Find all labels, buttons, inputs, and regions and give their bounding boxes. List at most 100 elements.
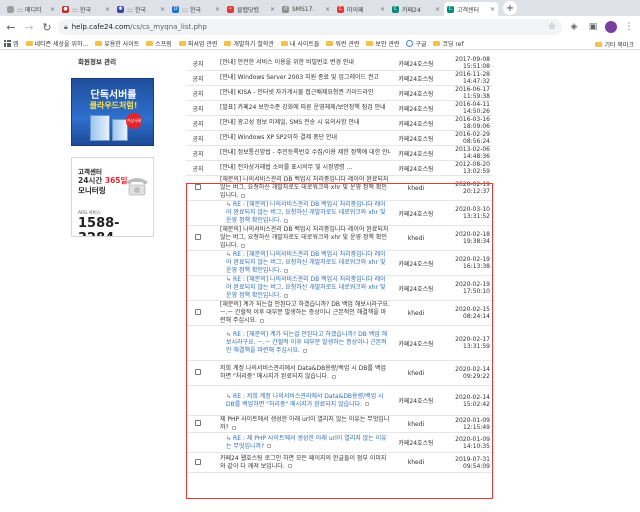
bookmark-other[interactable]: 기타 북마크 <box>595 38 634 49</box>
browser-tab[interactable]: ✱::: 한국 × <box>114 2 168 16</box>
notice-row[interactable]: 공지 [안내] 전자상거래법 소비를 표시의무 및 시정명령 ... 카페24호스팅… <box>186 160 492 176</box>
checkbox-icon[interactable] <box>195 458 201 465</box>
tab-close-icon[interactable]: × <box>380 6 385 13</box>
bookmark-item[interactable]: 구글 <box>406 39 426 48</box>
extension-icon[interactable]: ◈ <box>567 20 581 34</box>
tab-close-icon[interactable]: × <box>435 6 440 13</box>
support-center-banner[interactable]: 고객센터 24시간 365일 모니터링 ARS 서비스 1588-3284 <box>71 157 154 237</box>
bookmark-item[interactable]: 스프링 <box>146 39 172 48</box>
question-row[interactable]: [재문의] 계가 되는걸 안된다고 하겠습니까? DB 백업 해보시라구요. ㅡ… <box>186 300 492 326</box>
post-title-link[interactable]: 저희 계정 나의서비스관리에서 Data&DB용량/백업 시 DB를 백업하면 … <box>220 365 386 380</box>
notice-row[interactable]: 공지 [안내] KISA - 인터넷 자가게시물 접근배제요청권 가이드라인 카페2… <box>186 85 492 101</box>
post-title-link[interactable]: RE : [재문의] 나의서비스관리 DB 백업시 처리중입니다 레이어 완료되… <box>226 201 386 224</box>
bookmark-item[interactable]: 유용한 사이트 <box>95 39 139 48</box>
notice-title-link[interactable]: [안내] 전자상거래법 소비를 표시의무 및 시정명령 ... <box>210 160 390 176</box>
post-title-link[interactable]: [재문의] 계가 되는걸 안된다고 하겠습니까? DB 백업 해보시라구요. ㅡ… <box>220 301 390 324</box>
reply-row[interactable]: ↳ RE : 제 PHP 사이트에서 생성한 아래 url이 열리지 않는 이유는… <box>186 432 492 453</box>
notice-row[interactable]: 공지 [안내] 정보통신망법 - 주민등록번호 수집/이용 제한 정책에 대한 안… <box>186 145 492 161</box>
menu-kebab-icon[interactable]: ⋮ <box>622 20 636 34</box>
browser-tab[interactable]: • 클랩닷컴 × <box>224 2 278 16</box>
tab-close-icon[interactable]: × <box>490 6 495 13</box>
forward-icon[interactable]: → <box>22 20 36 34</box>
checkbox-icon[interactable] <box>195 184 201 190</box>
post-title-link[interactable]: RE : 저희 계정 나의서비스관리에서 Data&DB용량/백업 시 DB를 … <box>226 393 384 408</box>
reload-icon[interactable]: ↻ <box>40 20 54 34</box>
reply-row[interactable]: ↳ RE : [재문의] 나의서비스관리 DB 백업시 처리중입니다 레이어 완료… <box>186 250 492 276</box>
tab-close-icon[interactable]: × <box>50 6 55 13</box>
checkbox-icon[interactable] <box>195 369 201 375</box>
post-title-cell[interactable]: [재문의] 나의서비스관리 DB 백업시 처리중입니다 레이어 완료되지 않는 … <box>210 175 390 201</box>
row-checkbox[interactable] <box>186 360 210 386</box>
row-checkbox[interactable] <box>186 452 210 473</box>
post-title-link[interactable]: RE : [재문의] 나의서비스관리 DB 백업시 처리중입니다 레이어 완료되… <box>226 251 386 274</box>
question-row[interactable]: 카페24 웹호스팅 로그인 하면 모든 페이지의 한글들이 점부 이미지와 같이… <box>186 452 492 473</box>
post-title-cell[interactable]: ↳ RE : [재문의] 나의서비스관리 DB 백업시 처리중입니다 레이어 완료… <box>210 200 390 226</box>
bookmark-item[interactable]: 개발하기 철학관 <box>224 39 274 48</box>
bookmark-item[interactable]: 코딩 ref <box>433 39 464 48</box>
tab-close-icon[interactable]: × <box>105 6 110 13</box>
bookmark-item[interactable]: 네티즌 세상을 위하... <box>25 39 88 48</box>
post-title-cell[interactable]: ↳ RE : 제 PHP 사이트에서 생성한 아래 url이 열리지 않는 이유는… <box>210 432 390 453</box>
notice-title-link[interactable]: [안내] Windows XP SP2이하 결제 중단 안내 <box>210 130 390 146</box>
notice-title-link[interactable]: [안내] 정보통신망법 - 주민등록번호 수집/이용 제한 정책에 대한 안내 <box>210 145 390 161</box>
bookmark-item[interactable]: 퍼셔업 관련 <box>178 39 217 48</box>
tab-close-icon[interactable]: × <box>215 6 220 13</box>
notice-row[interactable]: 공지 [발표] 카페24 보안수준 강화에 따른 운영체제/보안정책 점검 안내 카… <box>186 100 492 116</box>
reply-row[interactable]: ↳ RE : 저희 계정 나의서비스관리에서 Data&DB용량/백업 시 DB를… <box>186 385 492 416</box>
reply-row[interactable]: ↳ RE : [재문의] 나의서비스관리 DB 백업시 처리중입니다 레이어 완료… <box>186 200 492 226</box>
notice-title-link[interactable]: [안내] Windows Server 2003 지원 종료 및 업그레이드 권… <box>210 70 390 86</box>
cloud-server-banner[interactable]: 단독서버를 클라우드처럼! 가상서버 <box>71 78 154 146</box>
profile-avatar[interactable] <box>605 21 617 33</box>
browser-tab[interactable]: ●::: 한국 × <box>59 2 113 16</box>
sidebar-title[interactable]: 회원정보 관리 <box>78 56 116 66</box>
checkbox-icon[interactable] <box>195 234 201 240</box>
post-title-cell[interactable]: ↳ RE : [재문의] 나의서비스관리 DB 백업시 처리중입니다 레이어 완료… <box>210 275 390 301</box>
post-title-cell[interactable]: ↳ RE : [재문의] 계가 되는걸 안된다고 하겠습니까? DB 백업 해보시… <box>210 325 390 361</box>
notice-row[interactable]: 공지 [안내] Windows Server 2003 지원 종료 및 업그레이드… <box>186 70 492 86</box>
new-tab-icon[interactable]: + <box>503 1 517 15</box>
row-checkbox[interactable] <box>186 415 210 433</box>
bookmark-item[interactable]: 보안 관련 <box>366 39 399 48</box>
post-title-link[interactable]: 카페24 웹호스팅 로그인 하면 모든 페이지의 한글들이 점부 이미지와 같이… <box>220 455 386 470</box>
notice-row[interactable]: 공지 [안내] 광고성 정보 미제일, SMS 전송 시 유의사항 안내 카페24호… <box>186 115 492 131</box>
bookmark-item[interactable]: 앱 <box>4 39 19 48</box>
notice-title-link[interactable]: [안내] 광고성 정보 미제일, SMS 전송 시 유의사항 안내 <box>210 115 390 131</box>
post-title-cell[interactable]: [재문의] 나의서비스관리 DB 백업시 처리중입니다 레이어 완료되지 않는 … <box>210 225 390 251</box>
post-title-cell[interactable]: ↳ RE : [재문의] 나의서비스관리 DB 백업시 처리중입니다 레이어 완료… <box>210 250 390 276</box>
tab-close-icon[interactable]: × <box>270 6 275 13</box>
post-title-link[interactable]: [재문의] 나의서비스관리 DB 백업시 처리중입니다 레이어 완료되지 않는 … <box>220 226 388 249</box>
post-title-cell[interactable]: 제 PHP 사이트에서 생성한 아래 url이 열리지 않는 이유는 무엇입니까… <box>210 415 390 433</box>
tab-close-icon[interactable]: × <box>325 6 330 13</box>
browser-tab[interactable]: C 마이페 × <box>334 2 388 16</box>
notice-row[interactable]: 공지 [안내] Windows XP SP2이하 결제 중단 안내 카페24호스팅 2… <box>186 130 492 146</box>
question-row[interactable]: [재문의] 나의서비스관리 DB 백업시 처리중입니다 레이어 완료되지 않는 … <box>186 175 492 201</box>
question-row[interactable]: [재문의] 나의서비스관리 DB 백업시 처리중입니다 레이어 완료되지 않는 … <box>186 225 492 251</box>
question-row[interactable]: 제 PHP 사이트에서 생성한 아래 url이 열리지 않는 이유는 무엇입니까… <box>186 415 492 433</box>
checkbox-icon[interactable] <box>195 420 201 426</box>
post-title-link[interactable]: [재문의] 나의서비스관리 DB 백업시 처리중입니다 레이어 완료되지 않는 … <box>220 176 388 199</box>
post-title-link[interactable]: RE : 제 PHP 사이트에서 생성한 아래 url이 열리지 않는 이유는 … <box>226 435 387 450</box>
browser-tab[interactable]: C 고객센터 × <box>444 2 498 16</box>
notice-row[interactable]: 공지 [안내] 안전한 서비스 이용을 위한 비밀번호 변경 안내 카페24호스팅 2… <box>186 56 492 71</box>
post-title-cell[interactable]: 카페24 웹호스팅 로그인 하면 모든 페이지의 한글들이 점부 이미지와 같이… <box>210 452 390 473</box>
checkbox-icon[interactable] <box>195 309 201 315</box>
row-checkbox[interactable] <box>186 225 210 251</box>
back-icon[interactable]: ← <box>4 20 18 34</box>
bookmark-star-icon[interactable]: ☆ <box>548 22 556 32</box>
post-title-cell[interactable]: ↳ RE : 저희 계정 나의서비스관리에서 Data&DB용량/백업 시 DB를… <box>210 385 390 416</box>
browser-tab[interactable]: D::: 한국 × <box>169 2 223 16</box>
row-checkbox[interactable] <box>186 300 210 326</box>
reply-row[interactable]: ↳ RE : [재문의] 나의서비스관리 DB 백업시 처리중입니다 레이어 완료… <box>186 275 492 301</box>
row-checkbox[interactable] <box>186 175 210 201</box>
tab-close-icon[interactable]: × <box>160 6 165 13</box>
extension-icon-2[interactable]: ▣ <box>586 20 600 34</box>
lock-icon[interactable]: 🔒︎ <box>64 23 68 32</box>
question-row[interactable]: 저희 계정 나의서비스관리에서 Data&DB용량/백업 시 DB를 백업하면 … <box>186 360 492 386</box>
post-title-link[interactable]: RE : [재문의] 나의서비스관리 DB 백업시 처리중입니다 레이어 완료되… <box>226 276 386 299</box>
notice-title-link[interactable]: [안내] KISA - 인터넷 자가게시물 접근배제요청권 가이드라인 <box>210 85 390 101</box>
notice-title-link[interactable]: [발표] 카페24 보안수준 강화에 따른 운영체제/보안정책 점검 안내 <box>210 100 390 116</box>
bookmark-item[interactable]: 워런 관련 <box>326 39 359 48</box>
url-field[interactable]: 🔒︎ help.cafe24.com/cs/cs_myqna_list.php … <box>58 19 562 35</box>
browser-tab[interactable]: ::: 메디티 × <box>4 2 58 16</box>
notice-title-link[interactable]: [안내] 안전한 서비스 이용을 위한 비밀번호 변경 안내 <box>210 56 390 71</box>
